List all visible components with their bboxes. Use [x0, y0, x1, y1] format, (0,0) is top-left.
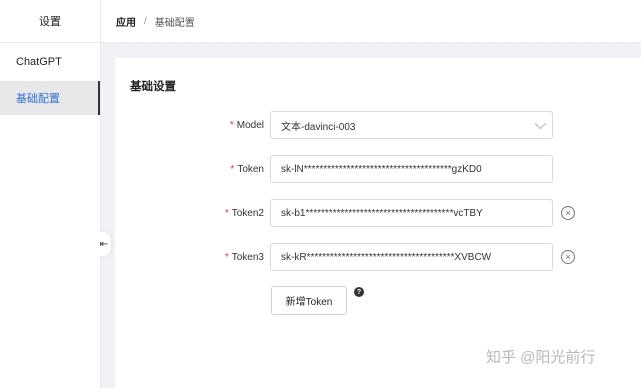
- watermark: 知乎 @阳光前行: [486, 349, 596, 366]
- token2-input[interactable]: sk-b1***********************************…: [270, 199, 553, 227]
- breadcrumb-root[interactable]: 应用: [116, 14, 136, 29]
- page-title: 基础设置: [130, 81, 176, 93]
- model-row: * Model 文本-davinci-003: [115, 111, 641, 139]
- model-select[interactable]: 文本-davinci-003: [270, 111, 553, 139]
- close-circle-icon[interactable]: ×: [561, 250, 575, 264]
- token-row: * Token sk-lN***************************…: [115, 155, 641, 183]
- token3-row: * Token3 sk-kR**************************…: [115, 243, 641, 271]
- settings-card: 基础设置 * Model 文本-davinci-003 * Token sk-l…: [115, 58, 641, 388]
- sidebar-title: 设置: [0, 0, 100, 43]
- token2-input-value: sk-b1***********************************…: [281, 207, 483, 219]
- token-label: * Token: [230, 155, 264, 183]
- sidebar-item-chatgpt[interactable]: ChatGPT: [0, 45, 100, 79]
- token-input-value: sk-lN***********************************…: [281, 163, 482, 175]
- breadcrumb: 应用 / 基础配置: [101, 0, 641, 43]
- collapse-sidebar-icon[interactable]: ⇤: [97, 232, 111, 256]
- token2-row: * Token2 sk-b1**************************…: [115, 199, 641, 227]
- token-input[interactable]: sk-lN***********************************…: [270, 155, 553, 183]
- token2-label-text: Token2: [231, 207, 264, 219]
- model-label-text: Model: [236, 119, 264, 131]
- add-token-button[interactable]: 新增Token: [271, 286, 347, 315]
- model-select-value: 文本-davinci-003: [281, 121, 356, 133]
- sidebar: 设置 ChatGPT 基础配置: [0, 0, 101, 388]
- required-mark: *: [230, 163, 235, 175]
- sidebar-item-label: 基础配置: [16, 93, 60, 105]
- breadcrumb-current: 基础配置: [154, 17, 195, 29]
- close-circle-icon[interactable]: ×: [561, 206, 575, 220]
- token3-label: * Token3: [225, 243, 264, 271]
- token3-input[interactable]: sk-kR***********************************…: [270, 243, 553, 271]
- question-circle-icon[interactable]: ?: [354, 287, 364, 297]
- required-mark: *: [224, 251, 229, 263]
- model-label: * Model: [230, 111, 264, 139]
- token3-input-value: sk-kR***********************************…: [281, 251, 492, 263]
- token2-label: * Token2: [225, 199, 264, 227]
- chevron-down-icon: [534, 117, 547, 130]
- token3-label-text: Token3: [231, 251, 264, 263]
- sidebar-item-label: ChatGPT: [16, 56, 62, 68]
- required-mark: *: [229, 119, 234, 131]
- token-label-text: Token: [237, 163, 264, 175]
- breadcrumb-separator: /: [144, 15, 147, 27]
- sidebar-item-basic-config[interactable]: 基础配置: [0, 81, 100, 115]
- required-mark: *: [224, 207, 229, 219]
